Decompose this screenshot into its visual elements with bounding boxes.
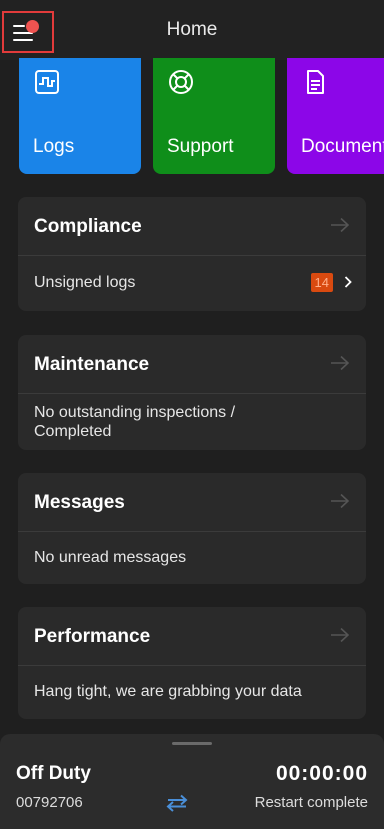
unsigned-logs-badge: 14 bbox=[310, 273, 333, 292]
driver-id: 00792706 bbox=[16, 794, 83, 811]
document-icon bbox=[307, 70, 324, 94]
maintenance-body: No outstanding inspections / Completed bbox=[18, 394, 366, 441]
maintenance-title: Maintenance bbox=[34, 354, 150, 375]
messages-title: Messages bbox=[34, 492, 125, 513]
arrow-right-icon bbox=[331, 493, 350, 509]
restart-status: Restart complete bbox=[254, 794, 368, 811]
maintenance-header[interactable]: Maintenance bbox=[18, 335, 366, 394]
performance-status: Hang tight, we are grabbing your data bbox=[34, 683, 302, 700]
chevron-right-icon bbox=[344, 276, 352, 288]
compliance-header[interactable]: Compliance bbox=[18, 197, 366, 256]
tile-support[interactable]: Support bbox=[153, 58, 275, 174]
app-header: Home bbox=[0, 0, 384, 60]
unsigned-logs-label: Unsigned logs bbox=[34, 274, 136, 291]
performance-body: Hang tight, we are grabbing your data bbox=[18, 666, 366, 701]
arrow-right-icon bbox=[331, 217, 350, 233]
logs-icon bbox=[35, 70, 59, 94]
arrow-right-icon bbox=[331, 627, 350, 643]
duty-timer: 00:00:00 bbox=[275, 762, 368, 785]
tile-documents-label: Document bbox=[301, 136, 384, 157]
messages-status: No unread messages bbox=[34, 549, 187, 566]
compliance-title: Compliance bbox=[34, 216, 142, 237]
messages-card: Messages No unread messages bbox=[18, 473, 366, 584]
performance-card: Performance Hang tight, we are grabbing … bbox=[18, 607, 366, 719]
tile-documents[interactable]: Document bbox=[287, 58, 384, 174]
maintenance-card: Maintenance No outstanding inspections /… bbox=[18, 335, 366, 450]
messages-body: No unread messages bbox=[18, 532, 366, 567]
tile-support-label: Support bbox=[167, 136, 234, 157]
compliance-card: Compliance Unsigned logs 14 bbox=[18, 197, 366, 311]
duty-status: Off Duty bbox=[16, 763, 91, 784]
messages-header[interactable]: Messages bbox=[18, 473, 366, 532]
page-title: Home bbox=[166, 19, 218, 40]
lifebuoy-icon bbox=[169, 70, 193, 94]
duty-status-sheet[interactable]: Off Duty 00792706 00:00:00 Restart compl… bbox=[0, 734, 384, 829]
arrow-right-icon bbox=[331, 355, 350, 371]
unsigned-logs-row[interactable]: Unsigned logs 14 bbox=[18, 256, 366, 311]
performance-header[interactable]: Performance bbox=[18, 607, 366, 666]
tile-logs-label: Logs bbox=[33, 136, 75, 157]
maintenance-status: No outstanding inspections / Completed bbox=[34, 404, 236, 440]
quick-tiles: Logs Support Document bbox=[19, 58, 384, 174]
swap-icon[interactable] bbox=[166, 794, 188, 812]
drag-handle[interactable] bbox=[172, 742, 212, 745]
performance-title: Performance bbox=[34, 626, 151, 647]
tile-logs[interactable]: Logs bbox=[19, 58, 141, 174]
